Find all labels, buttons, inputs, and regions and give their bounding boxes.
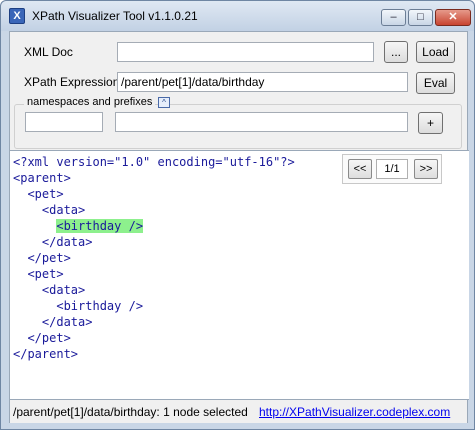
prev-match-button[interactable]: <<: [348, 159, 372, 179]
prefix-input[interactable]: [25, 112, 103, 132]
xml-line: </parent>: [13, 347, 79, 361]
xml-line: <data>: [13, 203, 86, 217]
match-count: 1/1: [376, 159, 408, 179]
xml-line: </data>: [13, 235, 93, 249]
maximize-button[interactable]: □: [408, 9, 433, 26]
status-text: /parent/pet[1]/data/birthday: 1 node sel…: [13, 405, 248, 419]
xml-viewer[interactable]: <?xml version="1.0" encoding="utf-16"?> <…: [10, 150, 469, 400]
xml-line: <birthday />: [13, 299, 144, 313]
match-pager: << 1/1 >>: [342, 154, 442, 184]
close-button[interactable]: ✕: [435, 9, 471, 26]
xml-line: </pet>: [13, 251, 71, 265]
xml-line: </pet>: [13, 331, 71, 345]
eval-button[interactable]: Eval: [416, 72, 455, 94]
xml-doc-label: XML Doc: [24, 45, 73, 59]
app-window: X XPath Visualizer Tool v1.1.0.21 – □ ✕ …: [0, 0, 475, 430]
xpath-input[interactable]: [117, 72, 408, 92]
browse-button[interactable]: ...: [384, 41, 408, 63]
xml-line: <pet>: [13, 267, 64, 281]
title-bar[interactable]: X XPath Visualizer Tool v1.1.0.21 – □ ✕: [1, 1, 474, 31]
xml-doc-input[interactable]: [117, 42, 374, 62]
xml-line: <parent>: [13, 171, 71, 185]
status-bar: /parent/pet[1]/data/birthday: 1 node sel…: [10, 401, 467, 423]
xml-line: </data>: [13, 315, 93, 329]
selected-node-highlight: <birthday />: [56, 219, 144, 233]
next-match-button[interactable]: >>: [414, 159, 438, 179]
xml-line: <?xml version="1.0" encoding="utf-16"?>: [13, 155, 295, 169]
collapse-toggle-icon[interactable]: ^: [158, 97, 170, 108]
load-button[interactable]: Load: [416, 41, 455, 63]
project-link[interactable]: http://XPathVisualizer.codeplex.com: [259, 405, 450, 419]
xpath-label: XPath Expression: [24, 75, 120, 89]
minimize-button[interactable]: –: [381, 9, 406, 26]
namespace-input[interactable]: [115, 112, 408, 132]
xml-line: <pet>: [13, 187, 64, 201]
app-icon: X: [9, 8, 25, 24]
xml-line: <birthday />: [13, 218, 144, 234]
client-area: XML Doc ... Load XPath Expression Eval n…: [9, 31, 469, 423]
add-namespace-button[interactable]: +: [418, 112, 443, 134]
xml-line: <data>: [13, 283, 86, 297]
window-title: XPath Visualizer Tool v1.1.0.21: [32, 9, 198, 23]
namespaces-caption: namespaces and prefixes: [24, 96, 156, 108]
